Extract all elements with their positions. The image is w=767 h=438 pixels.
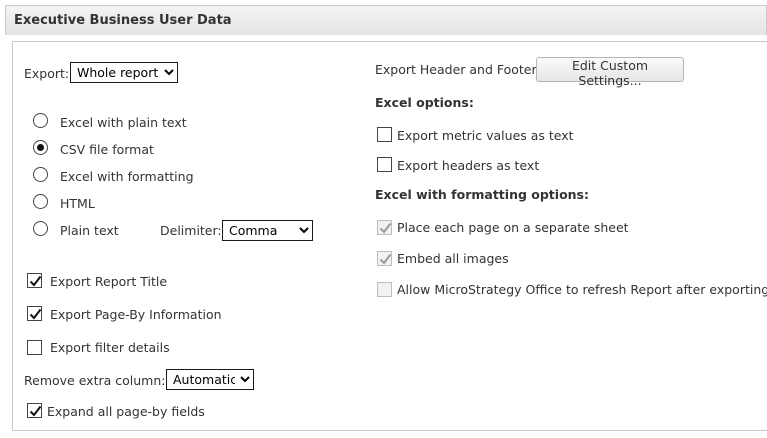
- export-headers-text-checkbox[interactable]: [377, 157, 392, 172]
- export-metric-text-label: Export metric values as text: [397, 128, 574, 143]
- office-refresh-checkbox[interactable]: [377, 282, 392, 297]
- export-page-by-checkbox[interactable]: [27, 306, 42, 321]
- excel-options-heading: Excel options:: [375, 95, 474, 110]
- radio-excel-with-formatting[interactable]: [33, 167, 48, 182]
- title-bar: Executive Business User Data: [5, 5, 767, 35]
- formatting-options-heading: Excel with formatting options:: [375, 187, 589, 202]
- embed-images-label: Embed all images: [397, 251, 509, 266]
- export-report-title-checkbox[interactable]: [27, 273, 42, 288]
- expand-page-by-checkbox[interactable]: [27, 403, 42, 418]
- radio-plain-text[interactable]: [33, 221, 48, 236]
- radio-label-excel-plain-text: Excel with plain text: [60, 115, 187, 130]
- checkmark-icon: [379, 253, 392, 265]
- radio-csv-file-format[interactable]: [33, 140, 48, 155]
- header-footer-label: Export Header and Footer:: [375, 62, 541, 77]
- export-filter-details-checkbox[interactable]: [27, 340, 42, 355]
- checkmark-icon: [29, 405, 42, 417]
- export-options-panel: Export: Whole report Excel with plain te…: [12, 41, 767, 431]
- export-metric-text-checkbox[interactable]: [377, 127, 392, 142]
- remove-extra-column-label: Remove extra column:: [24, 373, 166, 388]
- expand-page-by-label: Expand all page-by fields: [47, 404, 205, 419]
- radio-label-excel-with-formatting: Excel with formatting: [60, 169, 194, 184]
- export-label: Export:: [24, 66, 70, 81]
- export-headers-text-label: Export headers as text: [397, 158, 540, 173]
- radio-html[interactable]: [33, 194, 48, 209]
- embed-images-checkbox[interactable]: [377, 251, 392, 266]
- separate-sheet-label: Place each page on a separate sheet: [397, 220, 629, 235]
- checkmark-icon: [29, 308, 42, 320]
- checkmark-icon: [379, 222, 392, 234]
- office-refresh-label: Allow MicroStrategy Office to refresh Re…: [397, 282, 767, 297]
- checkmark-icon: [29, 275, 42, 287]
- export-scope-select[interactable]: Whole report: [70, 62, 178, 83]
- radio-excel-plain-text[interactable]: [33, 113, 48, 128]
- export-filter-details-label: Export filter details: [50, 340, 170, 355]
- export-page-by-label: Export Page-By Information: [50, 307, 222, 322]
- radio-label-plain-text: Plain text: [60, 223, 119, 238]
- remove-extra-column-select[interactable]: Automatic: [166, 369, 254, 390]
- delimiter-label: Delimiter:: [160, 223, 222, 238]
- radio-label-html: HTML: [60, 196, 95, 211]
- radio-label-csv-file-format: CSV file format: [60, 142, 154, 157]
- page-title: Executive Business User Data: [14, 13, 232, 28]
- delimiter-select[interactable]: Comma: [222, 220, 313, 241]
- export-report-title-label: Export Report Title: [50, 274, 168, 289]
- separate-sheet-checkbox[interactable]: [377, 220, 392, 235]
- edit-custom-settings-button[interactable]: Edit Custom Settings...: [536, 57, 684, 88]
